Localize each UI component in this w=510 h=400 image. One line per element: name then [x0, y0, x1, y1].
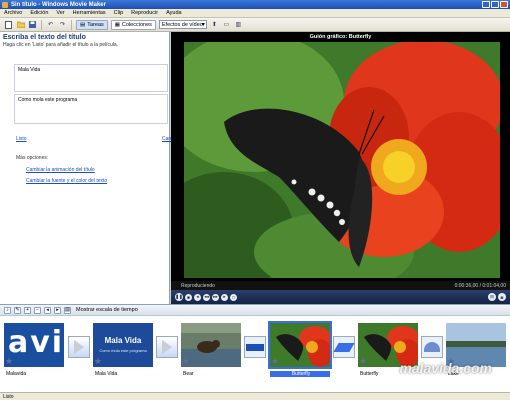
effects-dropdown-value: Efectos de vídeo [161, 21, 203, 28]
zoom-out-icon[interactable]: − [34, 306, 41, 314]
task-pane-title: Escriba el texto del título [3, 34, 86, 41]
video-effect-star-icon: ★ [94, 356, 103, 366]
storyboard-clip-mala-vida[interactable]: Mala Vida Como mola este programa ★ Mala… [93, 323, 153, 383]
title-task-pane: Escriba el texto del título Haga clic en… [0, 32, 171, 304]
new-project-icon[interactable] [4, 20, 13, 29]
more-options-label: Más opciones: [16, 155, 49, 161]
watermark: malavida.com [399, 360, 492, 376]
tab-tareas[interactable]: ▤ Tareas [76, 19, 108, 30]
transition-slot[interactable] [333, 336, 355, 358]
new-folder-icon[interactable]: ▭ [222, 20, 231, 29]
full-screen-icon[interactable]: □ [230, 293, 237, 301]
view-options-icon[interactable]: ▥ [234, 20, 243, 29]
title-thumb-line2: Como mola este programa [99, 348, 147, 353]
zoom-in-icon[interactable]: + [24, 306, 31, 314]
play-pause-icon[interactable]: ❚❚ [175, 293, 183, 301]
video-preview [184, 42, 500, 278]
maximize-button[interactable] [491, 1, 499, 8]
video-effect-star-icon: ★ [5, 356, 14, 366]
tab-tareas-label: Tareas [87, 21, 104, 28]
storyboard-clip-bear[interactable]: ★ Bear [181, 323, 241, 383]
menu-herramientas[interactable]: Herramientas [73, 10, 106, 16]
stop-icon[interactable]: ■ [185, 293, 192, 301]
preview-monitor: Guión gráfico: Butterfly Reproduciendo 0… [171, 32, 510, 304]
butterfly-video-frame [184, 42, 500, 278]
menu-bar: Archivo Edición Ver Herramientas Clip Re… [0, 9, 510, 18]
clip-caption: Mala Vida [95, 371, 118, 377]
main-toolbar: ↶ ↷ ▤ Tareas ▦ Colecciones Efectos de ví… [0, 18, 510, 32]
status-text: Listo [3, 393, 14, 400]
timeline-toggle-icon[interactable]: ▤ [64, 306, 71, 314]
toolbar-separator [41, 19, 42, 30]
toolbar-separator [71, 19, 72, 30]
transition-effect-icon [246, 343, 264, 351]
listo-link[interactable]: Listo [16, 136, 27, 142]
menu-clip[interactable]: Clip [114, 10, 123, 16]
video-effect-star-icon: ★ [271, 356, 280, 366]
previous-frame-icon[interactable]: ◂ [194, 293, 201, 301]
redo-icon[interactable]: ↷ [58, 20, 67, 29]
change-font-link[interactable]: Cambiar la fuente y el color del texto [26, 178, 107, 184]
save-project-icon[interactable] [28, 20, 37, 29]
tab-colecciones-label: Colecciones [121, 21, 152, 28]
collections-icon: ▦ [114, 21, 120, 28]
transition-slot[interactable] [156, 336, 178, 358]
task-pane-subtitle: Haga clic en 'Listo' para añadir el títu… [3, 42, 119, 48]
rewind-storyboard-icon[interactable]: ◂ [44, 306, 51, 314]
transition-slot[interactable] [244, 336, 266, 358]
storyboard: avi ★ Malavida Mala Vida Como mola este … [0, 316, 510, 392]
title-thumb-line1: Mala Vida [104, 336, 142, 345]
menu-reproducir[interactable]: Reproducir [131, 10, 158, 16]
storyboard-clip-malavida[interactable]: avi ★ Malavida [4, 323, 64, 383]
menu-archivo[interactable]: Archivo [4, 10, 22, 16]
window-title: Sin título - Windows Movie Maker [11, 1, 106, 8]
video-effect-star-icon: ★ [182, 356, 191, 366]
minimize-button[interactable] [482, 1, 490, 8]
title-bar: Sin título - Windows Movie Maker [0, 0, 510, 9]
undo-icon[interactable]: ↶ [46, 20, 55, 29]
close-button[interactable] [500, 1, 508, 8]
storyboard-clip-butterfly-selected[interactable]: ★ Butterfly [268, 321, 332, 383]
snapshot-icon[interactable]: ◙ [498, 293, 506, 301]
preview-title: Guión gráfico: Butterfly [309, 33, 372, 40]
storyboard-toolbar: ♪ ✎ + − ◂ ▸ ▤ Mostrar escala de tiempo [0, 304, 510, 316]
cancelar-link[interactable]: Can [162, 136, 171, 142]
status-bar: Listo [0, 392, 510, 400]
playback-time: 0:00:36,00 / 0:01:04,00 [454, 282, 506, 289]
clip-caption: Malavida [6, 371, 27, 377]
transition-slot[interactable] [68, 336, 90, 358]
transition-slot[interactable] [421, 336, 443, 358]
title-text-input-1[interactable]: Mala Vida [14, 64, 168, 92]
playback-status: Reproduciendo [181, 282, 215, 289]
title-text-input-2[interactable]: Como mola este programa [14, 94, 168, 124]
tasks-icon: ▤ [80, 21, 86, 28]
clip-caption: Butterfly [270, 371, 330, 377]
effects-dropdown[interactable]: Efectos de vídeo [158, 20, 207, 29]
collection-up-icon[interactable]: ⬆ [210, 20, 219, 29]
movie-maker-app-icon [2, 1, 8, 8]
clip-logo-text: avi [8, 325, 64, 360]
transition-effect-icon [424, 342, 440, 352]
show-timeline-button[interactable]: Mostrar escala de tiempo [76, 307, 138, 313]
playback-status-row: Reproduciendo 0:00:36,00 / 0:01:04,00 [171, 281, 510, 290]
transition-effect-icon [333, 342, 355, 352]
set-audio-levels-icon[interactable]: ♪ [4, 306, 11, 314]
open-project-icon[interactable] [16, 20, 25, 29]
clip-caption: Bear [183, 371, 194, 377]
play-storyboard-icon[interactable]: ▸ [54, 306, 61, 314]
narrate-icon[interactable]: ✎ [14, 306, 21, 314]
rewind-icon[interactable]: ◂◂ [203, 293, 210, 301]
menu-ver[interactable]: Ver [56, 10, 64, 16]
split-clip-icon[interactable]: ⊟ [488, 293, 496, 301]
change-animation-link[interactable]: Cambiar la animación del título [26, 167, 95, 173]
tab-colecciones[interactable]: ▦ Colecciones [110, 19, 156, 30]
menu-edicion[interactable]: Edición [30, 10, 48, 16]
playback-controls: ❚❚ ■ ◂ ◂◂ ▸▸ ▸ □ ⊟ ◙ [171, 290, 510, 304]
next-frame-icon[interactable]: ▸ [221, 293, 228, 301]
video-effect-star-icon: ★ [359, 356, 368, 366]
menu-ayuda[interactable]: Ayuda [166, 10, 182, 16]
fast-forward-icon[interactable]: ▸▸ [212, 293, 219, 301]
